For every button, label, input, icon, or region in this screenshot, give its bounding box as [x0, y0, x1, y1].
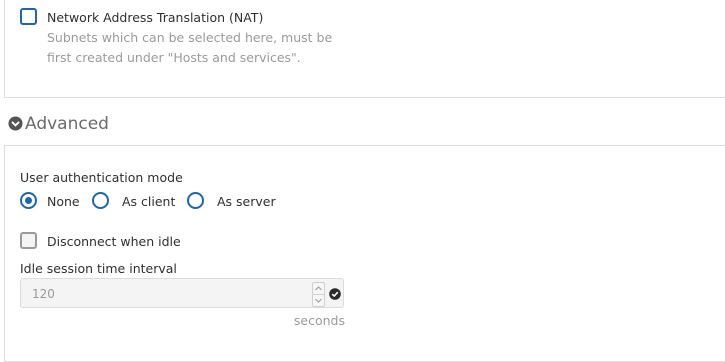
auth-mode-label: User authentication mode	[20, 170, 183, 185]
nat-checkbox[interactable]	[20, 8, 37, 25]
idle-interval-label: Idle session time interval	[20, 261, 177, 276]
idle-interval-input[interactable]: 120	[20, 278, 344, 308]
disconnect-idle-checkbox[interactable]	[20, 232, 37, 249]
nat-checkbox-label: Network Address Translation (NAT)	[47, 10, 264, 25]
idle-interval-unit: seconds	[293, 313, 345, 328]
caret-up-icon	[315, 286, 322, 291]
advanced-section-title: Advanced	[25, 114, 109, 134]
auth-radio-server-label[interactable]: As server	[217, 194, 276, 209]
disconnect-idle-label: Disconnect when idle	[47, 234, 181, 249]
auth-radio-client[interactable]	[92, 192, 109, 209]
auth-radio-server[interactable]	[187, 192, 204, 209]
auth-radio-client-label[interactable]: As client	[122, 194, 175, 209]
idle-interval-value: 120	[32, 287, 55, 301]
spin-down-button[interactable]	[312, 294, 325, 307]
auth-radio-none-label[interactable]: None	[47, 194, 80, 209]
chevron-down-circle-icon	[8, 116, 23, 131]
check-circle-icon	[329, 288, 341, 300]
nat-hint-text: Subnets which can be selected here, must…	[47, 30, 333, 65]
auth-radio-none[interactable]	[20, 192, 37, 209]
caret-down-icon	[315, 298, 322, 303]
